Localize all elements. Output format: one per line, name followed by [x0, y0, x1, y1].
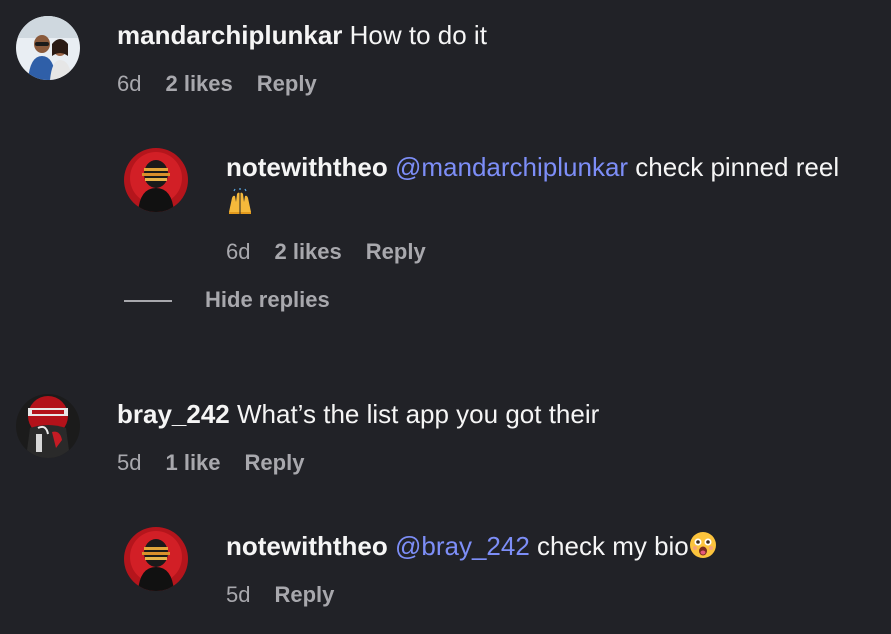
- reply-button[interactable]: Reply: [274, 581, 334, 609]
- reply-body-continued: [226, 186, 254, 220]
- reply-timestamp: 5d: [226, 582, 251, 607]
- comment-text: What’s the list app you got their: [237, 399, 600, 429]
- reply-meta: 5d Reply: [226, 581, 334, 609]
- mention-link[interactable]: @bray_242: [395, 531, 530, 561]
- comment-username[interactable]: mandarchiplunkar: [117, 20, 342, 50]
- reply-text: check pinned reel: [635, 152, 840, 182]
- comment-meta: 6d 2 likes Reply: [117, 70, 317, 98]
- avatar[interactable]: [124, 148, 188, 212]
- reply-body: notewiththeo @bray_242 check my bio: [226, 529, 717, 563]
- avatar[interactable]: [16, 16, 80, 80]
- likes-count[interactable]: 2 likes: [274, 238, 341, 266]
- mention-link[interactable]: @mandarchiplunkar: [395, 152, 628, 182]
- comment-body: mandarchiplunkar How to do it: [117, 18, 487, 52]
- avatar[interactable]: [124, 527, 188, 591]
- comment-text: How to do it: [349, 20, 487, 50]
- reply-body: notewiththeo @mandarchiplunkar check pin…: [226, 150, 839, 184]
- comment-meta: 5d 1 like Reply: [117, 449, 304, 477]
- comment-timestamp: 5d: [117, 450, 142, 475]
- hide-replies-button[interactable]: Hide replies: [205, 286, 330, 314]
- reply-meta: 6d 2 likes Reply: [226, 238, 426, 266]
- reply-text: check my bio: [537, 531, 689, 561]
- likes-count[interactable]: 1 like: [165, 449, 220, 477]
- reply-timestamp: 6d: [226, 239, 251, 264]
- avatar[interactable]: [16, 394, 80, 458]
- reply-button[interactable]: Reply: [366, 238, 426, 266]
- raised-hands-emoji-icon: [229, 188, 251, 214]
- comment-timestamp: 6d: [117, 71, 142, 96]
- reply-username[interactable]: notewiththeo: [226, 531, 388, 561]
- likes-count[interactable]: 2 likes: [165, 70, 232, 98]
- reply-button[interactable]: Reply: [257, 70, 317, 98]
- reply-username[interactable]: notewiththeo: [226, 152, 388, 182]
- comment-username[interactable]: bray_242: [117, 399, 230, 429]
- hide-replies-divider: [124, 300, 172, 302]
- reply-button[interactable]: Reply: [245, 449, 305, 477]
- comment-body: bray_242 What’s the list app you got the…: [117, 397, 599, 431]
- astonished-face-emoji-icon: [689, 532, 716, 558]
